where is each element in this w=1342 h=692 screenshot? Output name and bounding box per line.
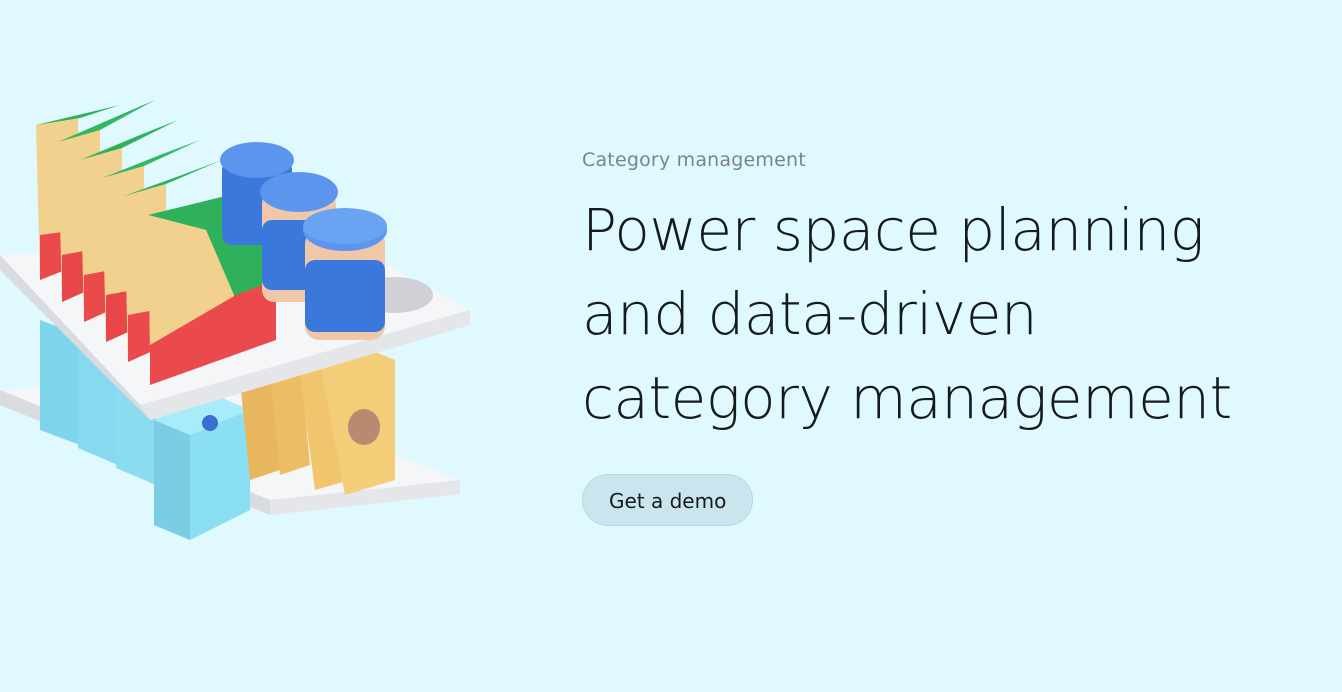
hero-headline: Power space planning and data-driven cat…	[582, 188, 1322, 440]
shelf-with-products-illustration	[0, 90, 480, 590]
get-a-demo-button[interactable]: Get a demo	[582, 474, 754, 526]
hero-copy: Category management Power space planning…	[582, 146, 1322, 526]
section-eyebrow: Category management	[582, 149, 806, 171]
hero-headline-line: and data-driven	[582, 280, 1038, 348]
hero-headline-line: category management	[582, 364, 1232, 432]
hero-headline-line: Power space planning	[582, 196, 1205, 264]
